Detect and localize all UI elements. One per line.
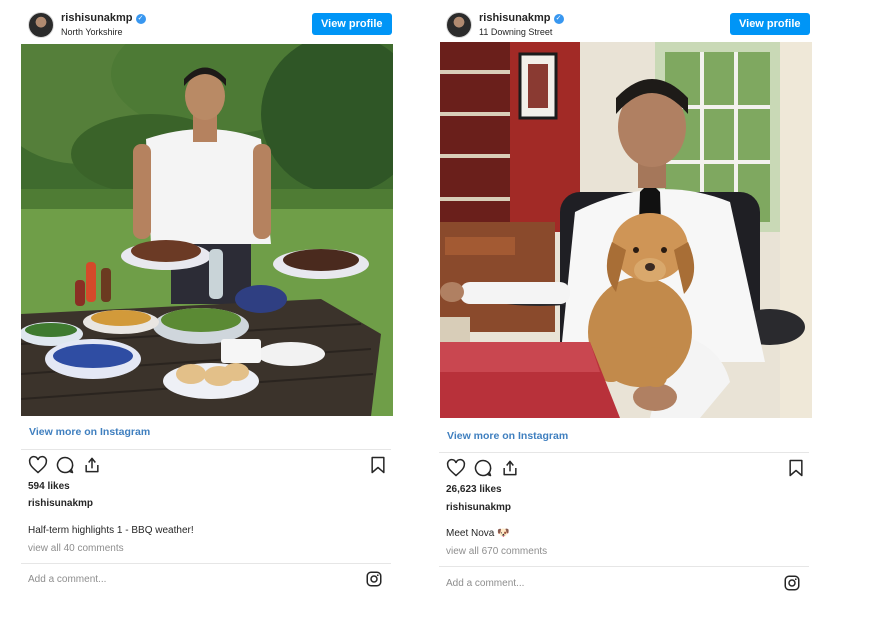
post-header: rishisunakmp ✓ 11 Downing Street View pro…	[436, 6, 812, 42]
username-link[interactable]: rishisunakmp ✓	[61, 12, 146, 24]
divider	[21, 563, 391, 564]
bookmark-icon[interactable]	[368, 455, 388, 475]
action-bar	[28, 455, 388, 477]
share-icon[interactable]	[82, 455, 102, 475]
view-comments-link[interactable]: view all 40 comments	[28, 543, 124, 554]
bbq-garden-photo	[21, 44, 393, 416]
likes-count[interactable]: 594 likes	[28, 481, 70, 492]
instagram-post-1: rishisunakmp ✓ North Yorkshire View profi…	[18, 0, 418, 600]
bookmark-icon[interactable]	[786, 458, 806, 478]
divider	[21, 449, 391, 450]
avatar[interactable]	[446, 12, 472, 38]
avatar[interactable]	[28, 12, 54, 38]
divider	[439, 452, 809, 453]
office-dog-photo	[440, 42, 812, 418]
post-header: rishisunakmp ✓ North Yorkshire View profi…	[18, 6, 394, 42]
caption-text: Meet Nova 🐶	[446, 528, 510, 539]
view-more-link[interactable]: View more on Instagram	[447, 430, 568, 442]
username-text: rishisunakmp	[479, 12, 551, 24]
divider	[439, 566, 809, 567]
caption-text: Half-term highlights 1 - BBQ weather!	[28, 525, 194, 536]
username-text: rishisunakmp	[61, 12, 133, 24]
verified-badge-icon: ✓	[553, 14, 564, 24]
likes-count[interactable]: 26,623 likes	[446, 484, 502, 495]
location-text[interactable]: 11 Downing Street	[479, 27, 552, 37]
instagram-icon[interactable]	[783, 574, 801, 592]
heart-icon[interactable]	[446, 458, 466, 478]
location-text[interactable]: North Yorkshire	[61, 27, 123, 37]
add-comment-input[interactable]	[28, 570, 328, 588]
view-profile-button[interactable]: View profile	[312, 13, 392, 35]
add-comment-input[interactable]	[446, 574, 746, 592]
view-comments-link[interactable]: view all 670 comments	[446, 546, 547, 557]
post-photo[interactable]	[21, 44, 393, 416]
instagram-icon[interactable]	[365, 570, 383, 588]
heart-icon[interactable]	[28, 455, 48, 475]
action-bar	[446, 458, 806, 480]
instagram-post-2: rishisunakmp ✓ 11 Downing Street View pro…	[436, 0, 836, 600]
verified-badge-icon: ✓	[135, 14, 146, 24]
caption-username[interactable]: rishisunakmp	[28, 498, 93, 509]
post-photo[interactable]	[440, 42, 812, 418]
comment-bar	[446, 574, 801, 594]
view-more-link[interactable]: View more on Instagram	[29, 426, 150, 438]
comment-icon[interactable]	[55, 455, 75, 475]
username-link[interactable]: rishisunakmp ✓	[479, 12, 564, 24]
view-profile-button[interactable]: View profile	[730, 13, 810, 35]
share-icon[interactable]	[500, 458, 520, 478]
comment-icon[interactable]	[473, 458, 493, 478]
caption-username[interactable]: rishisunakmp	[446, 502, 511, 513]
comment-bar	[28, 570, 383, 590]
